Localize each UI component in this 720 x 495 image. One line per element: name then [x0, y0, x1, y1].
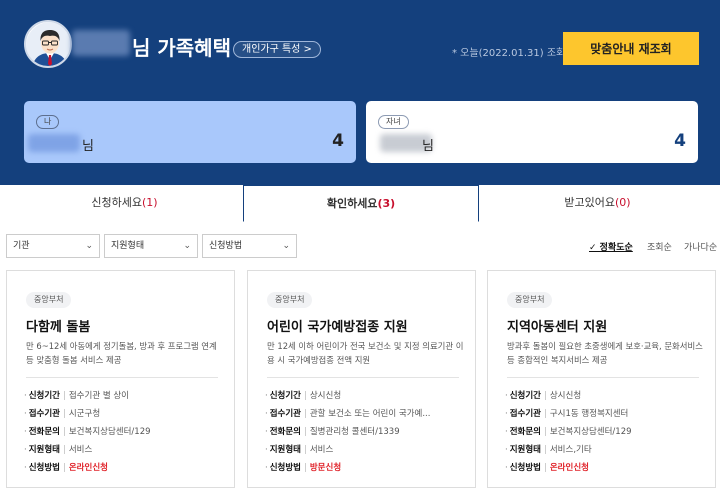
filter-support-type-select[interactable]: 지원형태 ⌄ — [104, 234, 198, 258]
tab-receiving[interactable]: 받고있어요(0) — [479, 185, 716, 221]
info-row: 신청기간|상시신청 — [505, 387, 711, 405]
benefit-title: 지역아동센터 지원 — [507, 320, 608, 335]
info-row: 지원형태|서비스 — [24, 441, 230, 459]
tab-count: (3) — [377, 197, 396, 210]
info-key: 신청방법 — [509, 463, 541, 473]
info-row: 접수기관|구시1동 행정복지센터 — [505, 405, 711, 423]
info-value: 구시1동 행정복지센터 — [549, 409, 629, 419]
info-row: 지원형태|서비스 — [265, 441, 471, 459]
benefit-card[interactable]: 중앙부처 다함께 돌봄 만 6~12세 아동에게 정기돌봄, 방과 후 프로그램… — [6, 270, 235, 488]
tab-count: (0) — [615, 196, 631, 209]
info-value: 온라인신청 — [68, 463, 108, 473]
info-key: 지원형태 — [509, 445, 541, 455]
benefit-title: 다함께 돌봄 — [26, 320, 91, 335]
info-row: 신청방법|방문신청 — [265, 459, 471, 477]
info-key: 신청기간 — [28, 391, 60, 401]
info-row: 전화문의|보건복지상담센터/129 — [24, 423, 230, 441]
redacted-user-name — [72, 30, 130, 56]
tab-apply[interactable]: 신청하세요(1) — [6, 185, 243, 221]
info-key: 지원형태 — [269, 445, 301, 455]
filter-apply-method-select[interactable]: 신청방법 ⌄ — [202, 234, 297, 258]
avatar — [24, 20, 72, 68]
member-name: 님 — [82, 139, 94, 154]
info-key: 신청방법 — [28, 463, 60, 473]
info-value: 서비스 — [68, 445, 93, 455]
recheck-button[interactable]: 맞춤안내 재조회 — [563, 32, 699, 65]
tab-check[interactable]: 확인하세요(3) — [243, 185, 479, 222]
info-row: 접수기관|시군구청 — [24, 405, 230, 423]
member-tag: 나 — [36, 115, 60, 129]
info-key: 신청방법 — [269, 463, 301, 473]
info-row: 신청기간|접수기관 별 상이 — [24, 387, 230, 405]
agency-badge: 중앙부처 — [507, 292, 553, 308]
sort-views[interactable]: 조회순 — [647, 240, 672, 253]
sort-alphabetical[interactable]: 가나다순 — [684, 240, 717, 253]
sort-accuracy[interactable]: ✓ 정확도순 — [589, 240, 633, 253]
info-row: 전화문의|질병관리청 콜센터/1339 — [265, 423, 471, 441]
tab-label: 받고있어요 — [564, 196, 615, 209]
info-row: 전화문의|보건복지상담센터/129 — [505, 423, 711, 441]
redacted-member-name — [28, 134, 80, 152]
info-value: 서비스 — [309, 445, 334, 455]
info-row: 접수기관|관할 보건소 또는 어린이 국가예... — [265, 405, 471, 423]
user-avatar-icon — [26, 22, 70, 66]
benefit-description: 방과후 돌봄이 필요한 초중생에게 보호·교육, 문화서비스 등 종합적인 복지… — [507, 341, 703, 365]
chevron-down-icon: ⌄ — [282, 241, 290, 251]
family-benefits-header: 님 가족혜택 개인가구 특성 > * 오늘(2022.01.31) 조회기준 맞… — [0, 0, 720, 185]
info-value: 관할 보건소 또는 어린이 국가예... — [309, 409, 431, 419]
benefit-description: 만 12세 이하 어린이가 전국 보건소 및 지정 의료기관 이용 시 국가예방… — [267, 341, 464, 365]
info-row: 지원형태|서비스,기타 — [505, 441, 711, 459]
select-label: 신청방법 — [209, 241, 243, 251]
chevron-down-icon: ⌄ — [85, 241, 93, 251]
info-value: 보건복지상담센터/129 — [549, 427, 632, 437]
info-key: 전화문의 — [28, 427, 60, 437]
tab-count: (1) — [142, 196, 158, 209]
info-value: 상시신청 — [549, 391, 582, 401]
info-key: 신청기간 — [269, 391, 301, 401]
info-value: 상시신청 — [309, 391, 342, 401]
info-row: 신청방법|온라인신청 — [505, 459, 711, 477]
benefit-title: 어린이 국가예방접종 지원 — [267, 320, 408, 335]
info-value: 시군구청 — [68, 409, 101, 419]
divider — [26, 377, 218, 378]
info-key: 신청기간 — [509, 391, 541, 401]
member-benefit-count: 4 — [674, 131, 686, 151]
member-card-child[interactable]: 자녀 님 4 — [366, 101, 698, 163]
info-key: 전화문의 — [269, 427, 301, 437]
info-key: 접수기관 — [28, 409, 60, 419]
divider — [267, 377, 459, 378]
divider — [507, 377, 699, 378]
benefit-tabs: 신청하세요(1) 확인하세요(3) 받고있어요(0) — [6, 185, 716, 222]
select-label: 기관 — [13, 241, 30, 251]
select-label: 지원형태 — [111, 241, 145, 251]
benefit-card[interactable]: 중앙부처 어린이 국가예방접종 지원 만 12세 이하 어린이가 전국 보건소 … — [247, 270, 476, 488]
info-value: 보건복지상담센터/129 — [68, 427, 151, 437]
member-card-self[interactable]: 나 님 4 — [24, 101, 356, 163]
tab-label: 신청하세요 — [91, 196, 142, 209]
info-value: 접수기관 별 상이 — [68, 391, 130, 401]
info-value: 서비스,기타 — [549, 445, 592, 455]
member-benefit-count: 4 — [332, 131, 344, 151]
benefit-description: 만 6~12세 아동에게 정기돌봄, 방과 후 프로그램 연계 등 맞춤형 돌봄… — [26, 341, 217, 365]
filter-agency-select[interactable]: 기관 ⌄ — [6, 234, 100, 258]
member-name: 님 — [422, 139, 434, 154]
info-key: 접수기관 — [509, 409, 541, 419]
agency-badge: 중앙부처 — [26, 292, 72, 308]
info-row: 신청기간|상시신청 — [265, 387, 471, 405]
chevron-down-icon: ⌄ — [183, 241, 191, 251]
household-traits-chip[interactable]: 개인가구 특성 > — [233, 41, 321, 58]
benefit-card[interactable]: 중앙부처 지역아동센터 지원 방과후 돌봄이 필요한 초중생에게 보호·교육, … — [487, 270, 716, 488]
info-row: 신청방법|온라인신청 — [24, 459, 230, 477]
info-key: 지원형태 — [28, 445, 60, 455]
info-value: 질병관리청 콜센터/1339 — [309, 427, 400, 437]
page-title: 님 가족혜택 — [132, 36, 231, 60]
info-value: 방문신청 — [309, 463, 342, 473]
info-value: 온라인신청 — [549, 463, 589, 473]
agency-badge: 중앙부처 — [267, 292, 313, 308]
tab-label: 확인하세요 — [326, 197, 378, 210]
info-key: 접수기관 — [269, 409, 301, 419]
info-key: 전화문의 — [509, 427, 541, 437]
member-tag: 자녀 — [378, 115, 409, 129]
